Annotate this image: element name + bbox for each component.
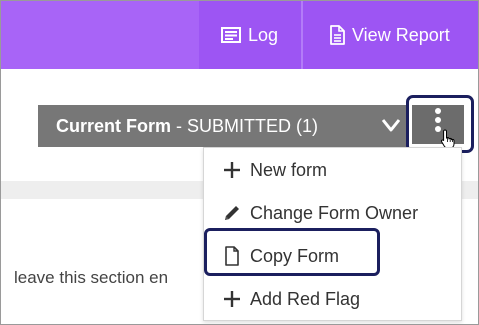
- menu-item-label: New form: [250, 159, 328, 180]
- more-options-button[interactable]: [406, 95, 474, 153]
- plus-icon: [221, 161, 243, 179]
- top-nav-bar: Log View Report: [1, 1, 478, 69]
- log-icon: [221, 27, 241, 43]
- screenshot-frame: Log View Report leave this section en Cu…: [0, 0, 479, 325]
- form-bar-separator: -: [171, 115, 188, 136]
- view-report-button[interactable]: View Report: [303, 1, 478, 69]
- menu-item-label: Copy Form: [250, 245, 340, 266]
- section-instruction-text: leave this section en: [14, 268, 169, 287]
- menu-item-change-form-owner[interactable]: Change Form Owner: [204, 193, 461, 233]
- chevron-down-icon[interactable]: [381, 117, 401, 138]
- form-bar-title: Current Form: [56, 115, 172, 136]
- plus-icon: [221, 290, 243, 308]
- menu-item-new-form[interactable]: New form: [204, 150, 461, 190]
- report-document-icon: [329, 25, 345, 45]
- document-icon: [221, 246, 243, 266]
- log-button[interactable]: Log: [199, 1, 301, 69]
- menu-item-label: Add Red Flag: [250, 288, 361, 309]
- form-bar-status: SUBMITTED (1): [187, 115, 319, 136]
- menu-item-label: Change Form Owner: [250, 202, 419, 223]
- log-label: Log: [248, 24, 279, 45]
- more-options-dropdown: New form Change Form Owner Copy Form Add…: [203, 147, 462, 321]
- current-form-bar[interactable]: Current Form - SUBMITTED (1): [38, 105, 406, 147]
- top-nav-empty-area: [1, 1, 199, 69]
- pencil-icon: [221, 203, 243, 223]
- menu-item-copy-form[interactable]: Copy Form: [204, 236, 461, 276]
- menu-item-add-red-flag[interactable]: Add Red Flag: [204, 279, 461, 319]
- view-report-label: View Report: [352, 24, 450, 45]
